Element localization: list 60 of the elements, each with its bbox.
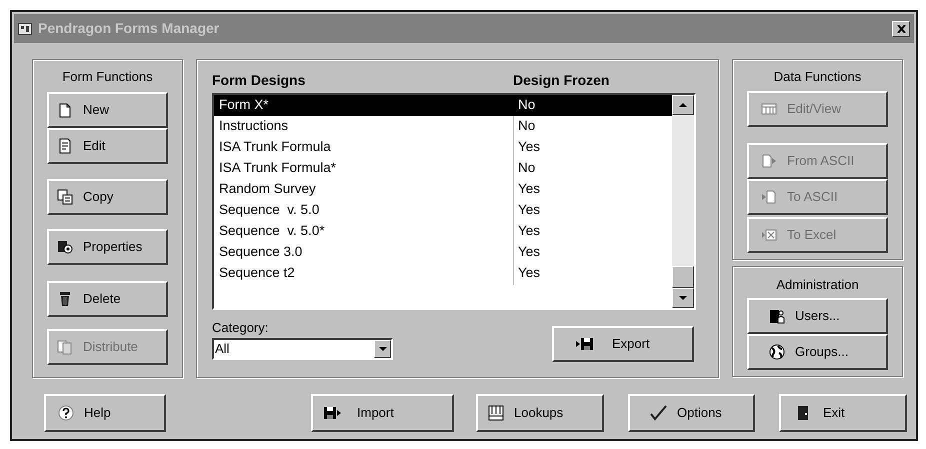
field-label: Category: — [212, 319, 270, 337]
tray-icon — [488, 405, 504, 421]
globe-icon — [769, 344, 785, 360]
toolbar-button[interactable]: New — [47, 92, 168, 128]
list-row[interactable]: Random Survey Yes — [214, 179, 672, 200]
group-label: Administration — [776, 276, 859, 294]
toolbar-button[interactable]: Properties — [47, 228, 168, 264]
list-row[interactable]: ISA Trunk Formula* No — [214, 158, 672, 179]
scroll-thumb[interactable] — [672, 266, 694, 288]
arrow-file-icon — [761, 188, 777, 204]
down-arrow-icon — [679, 296, 687, 300]
toolbar-button[interactable]: Import — [311, 394, 454, 432]
toolbar-button[interactable]: Groups... — [747, 334, 888, 370]
user-icon — [769, 308, 785, 324]
toolbar-button[interactable]: Delete — [47, 280, 168, 316]
door-icon — [795, 405, 811, 421]
toolbar-button[interactable]: Export — [552, 326, 694, 362]
list-row[interactable]: Sequence v. 5.0 Yes — [214, 200, 672, 221]
list-row[interactable]: ISA Trunk Formula Yes — [214, 137, 672, 158]
edit-document-icon — [57, 138, 73, 154]
up-arrow-icon — [679, 103, 687, 107]
toolbar-button[interactable]: Lookups — [476, 394, 604, 432]
list-row[interactable]: Instructions No — [214, 116, 672, 137]
toolbar-button[interactable]: Options — [628, 394, 755, 432]
close-icon — [896, 24, 906, 32]
group-label: Form Functions — [62, 68, 153, 86]
toolbar-button[interactable]: Help — [44, 394, 166, 432]
app-icon — [18, 22, 32, 34]
scroll-up-button[interactable] — [672, 95, 694, 115]
column-header: Design Frozen — [513, 71, 610, 90]
file-arrow-icon — [761, 152, 777, 168]
pages-icon — [57, 238, 73, 254]
help-icon — [58, 405, 74, 421]
distribute-icon — [57, 338, 73, 354]
arrow-sheet-icon — [761, 226, 777, 242]
toolbar-button[interactable]: Users... — [747, 298, 888, 334]
scroll-down-button[interactable] — [672, 288, 694, 308]
list-row[interactable]: Sequence v. 5.0* Yes — [214, 221, 672, 242]
group-label: Data Functions — [774, 68, 862, 86]
check-icon — [650, 405, 667, 421]
down-arrow-icon — [378, 346, 386, 350]
copy-icon — [57, 188, 73, 204]
grid-icon — [761, 100, 777, 116]
category-dropdown[interactable]: All — [212, 338, 393, 360]
close-button[interactable] — [892, 20, 910, 36]
list-row[interactable]: Sequence 3.0 Yes — [214, 242, 672, 263]
toolbar-button[interactable]: Edit — [47, 128, 168, 164]
dropdown-value: All — [214, 340, 230, 358]
column-header: Form Designs — [212, 71, 306, 90]
dropdown-button[interactable] — [374, 340, 391, 358]
toolbar-button[interactable]: Exit — [779, 394, 907, 432]
document-icon — [57, 102, 73, 118]
disk-arrow-icon — [323, 405, 343, 421]
toolbar-button[interactable]: Copy — [47, 178, 168, 214]
window-title: Pendragon Forms Manager — [38, 19, 220, 38]
list-row[interactable]: Sequence t2 Yes — [214, 263, 672, 284]
scrollbar[interactable] — [672, 95, 694, 308]
list-row[interactable]: Form X* No — [214, 95, 672, 116]
arrow-disk-icon — [576, 336, 594, 352]
trash-icon — [57, 290, 73, 306]
